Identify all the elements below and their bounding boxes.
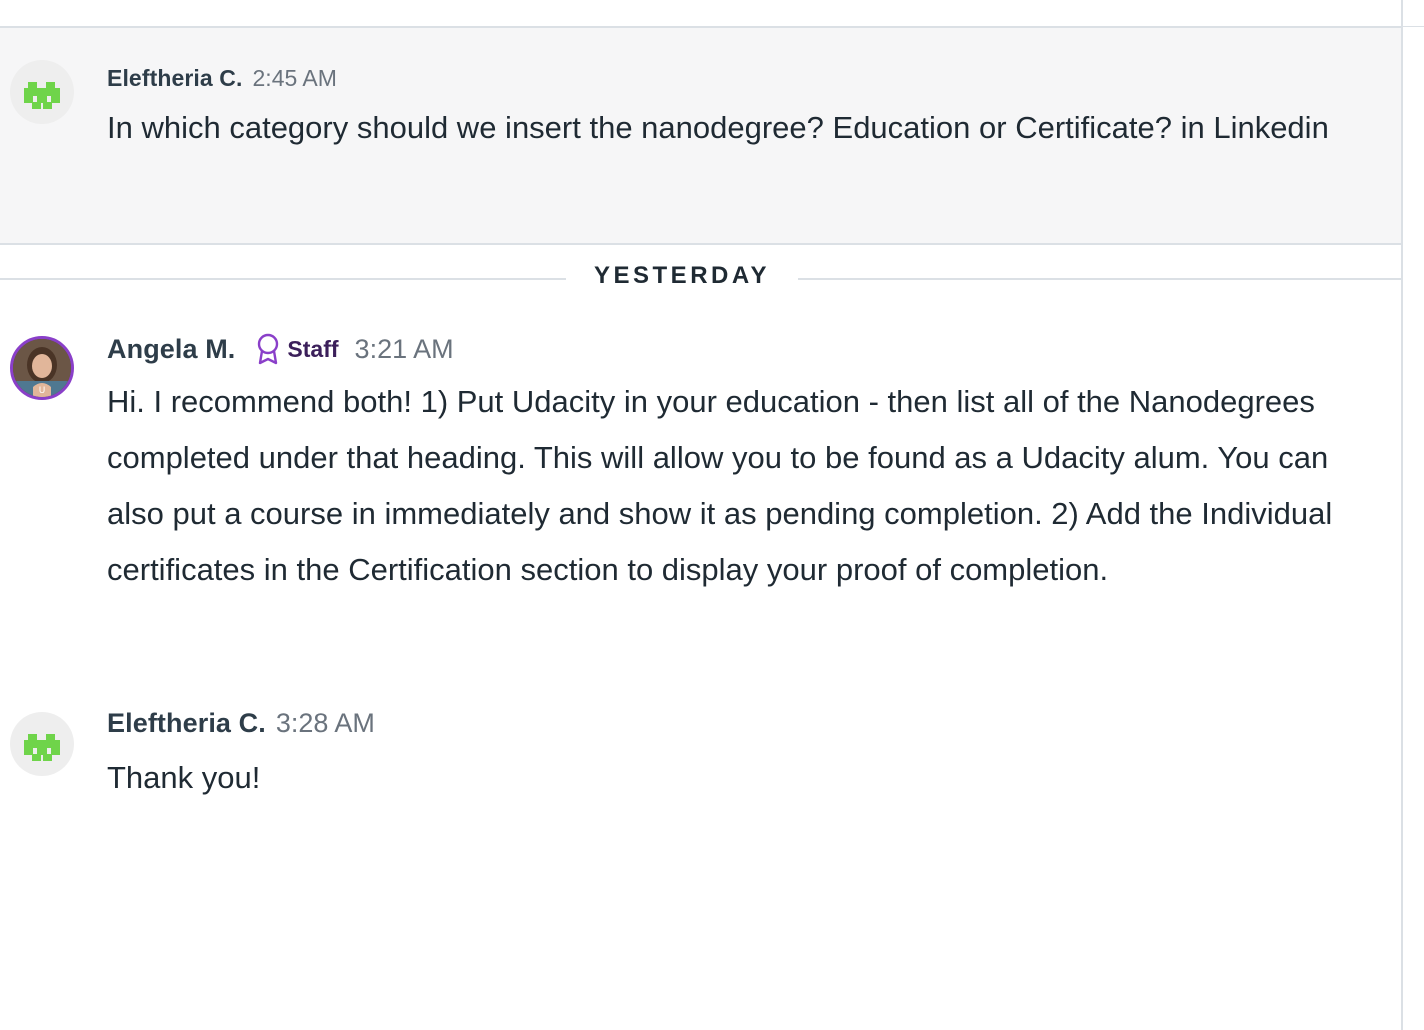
message-highlighted[interactable]: Eleftheria C. 2:45 AM In which category … [0, 28, 1401, 245]
message-text: Thank you! [107, 760, 261, 795]
date-divider-line-right [798, 278, 1403, 280]
timestamp[interactable]: 2:45 AM [253, 65, 337, 92]
message-text: Hi. I recommend both! 1) Put Udacity in … [107, 384, 1333, 587]
author-name[interactable]: Eleftheria C. [107, 708, 266, 739]
scrollbar-track[interactable] [1401, 0, 1403, 1030]
award-ribbon-icon [258, 333, 279, 365]
author-name[interactable]: Angela M. [107, 334, 235, 365]
pixel-avatar-icon[interactable] [10, 712, 74, 776]
message-meta: Eleftheria C. 3:28 AM [107, 708, 375, 739]
message-meta: Eleftheria C. 2:45 AM [107, 65, 337, 92]
staff-badge: Staff [255, 332, 339, 366]
message-text: In which category should we insert the n… [107, 110, 1329, 145]
pixel-avatar-icon [24, 734, 60, 761]
profile-photo-avatar[interactable]: U [10, 336, 74, 400]
face-portrait-icon: U [13, 339, 71, 397]
message-meta: Angela M. Staff 3:21 AM [107, 332, 454, 366]
pixel-avatar-icon [24, 82, 60, 109]
date-divider-line-left [0, 278, 566, 280]
top-divider-right [1403, 26, 1424, 27]
author-name[interactable]: Eleftheria C. [107, 65, 243, 92]
pixel-avatar-icon[interactable] [10, 60, 74, 124]
timestamp[interactable]: 3:21 AM [355, 334, 454, 365]
date-divider-label: YESTERDAY [594, 262, 770, 289]
svg-text:U: U [39, 386, 46, 396]
chat-thread: Eleftheria C. 2:45 AM In which category … [0, 0, 1424, 1030]
timestamp[interactable]: 3:28 AM [276, 708, 375, 739]
staff-badge-label: Staff [287, 335, 339, 362]
